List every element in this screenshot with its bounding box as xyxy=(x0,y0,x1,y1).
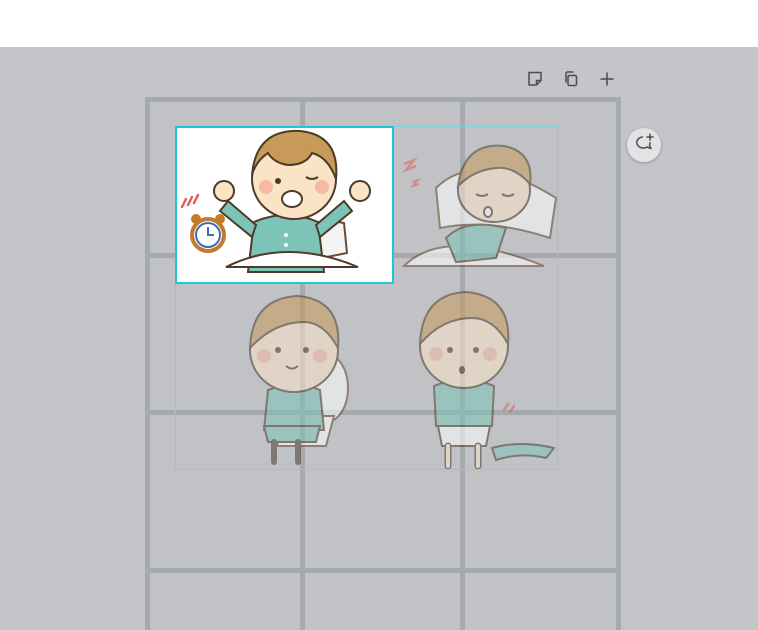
editor-top-bar xyxy=(0,0,758,47)
grid-line xyxy=(145,568,621,573)
page-toolbar xyxy=(522,66,620,92)
grid-line xyxy=(145,97,150,630)
plus-icon xyxy=(598,70,616,88)
add-note-button[interactable] xyxy=(522,66,548,92)
sticky-note-icon xyxy=(526,70,544,88)
grid-line xyxy=(145,97,621,102)
selected-element-outline[interactable] xyxy=(175,126,394,284)
add-comment-button[interactable] xyxy=(627,128,661,162)
duplicate-icon xyxy=(562,70,580,88)
add-page-button[interactable] xyxy=(594,66,620,92)
grid-line xyxy=(616,97,621,630)
add-comment-icon xyxy=(633,132,655,159)
duplicate-page-button[interactable] xyxy=(558,66,584,92)
